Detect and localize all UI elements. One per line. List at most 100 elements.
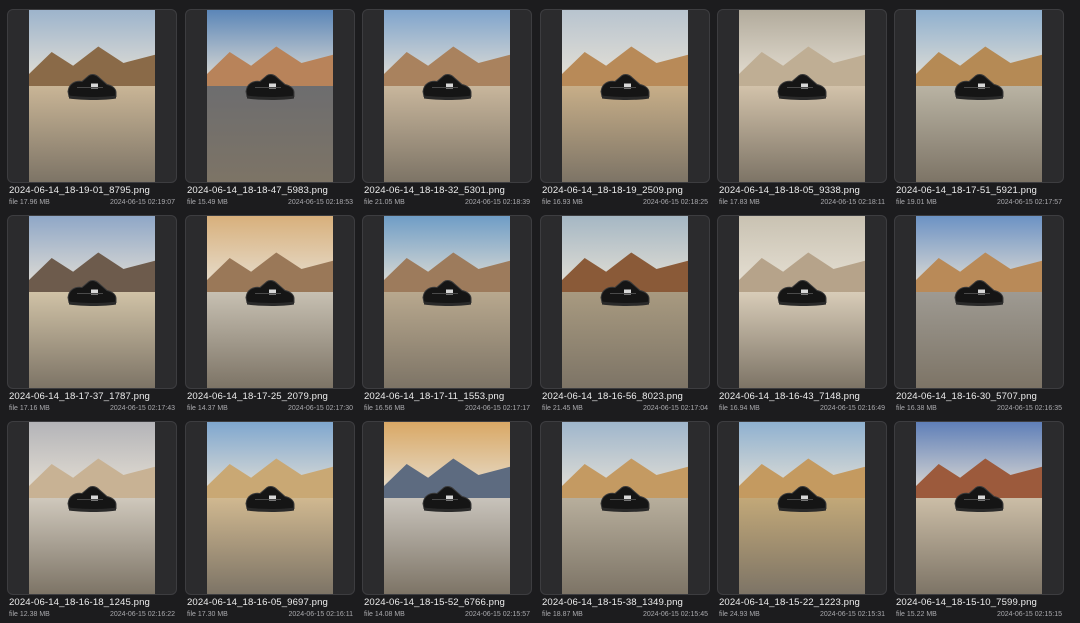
sneaker-icon [243, 278, 297, 313]
file-item[interactable]: 2024-06-14_18-15-52_6766.pngfile 14.08 M… [362, 421, 532, 623]
file-date: 2024-06-15 02:15:31 [820, 611, 885, 618]
thumbnail-image [916, 422, 1042, 594]
file-thumbnail[interactable] [185, 9, 355, 183]
file-name: 2024-06-14_18-15-52_6766.png [364, 597, 505, 608]
file-date: 2024-06-15 02:17:57 [997, 199, 1062, 206]
file-size: file 19.01 MB [896, 199, 937, 206]
file-item[interactable]: 2024-06-14_18-15-22_1223.pngfile 24.93 M… [717, 421, 887, 623]
file-size: file 17.16 MB [9, 405, 50, 412]
sneaker-icon [775, 484, 829, 519]
file-size: file 21.45 MB [542, 405, 583, 412]
file-thumbnail[interactable] [894, 421, 1064, 595]
file-thumbnail[interactable] [362, 421, 532, 595]
sneaker-icon [420, 72, 474, 107]
file-item[interactable]: 2024-06-14_18-15-38_1349.pngfile 18.87 M… [540, 421, 710, 623]
file-name: 2024-06-14_18-17-11_1553.png [364, 391, 505, 402]
file-date: 2024-06-15 02:17:43 [110, 405, 175, 412]
file-size: file 14.37 MB [187, 405, 228, 412]
file-size: file 14.08 MB [364, 611, 405, 618]
file-name: 2024-06-14_18-15-38_1349.png [542, 597, 683, 608]
file-size: file 15.49 MB [187, 199, 228, 206]
file-thumbnail[interactable] [717, 421, 887, 595]
thumbnail-image [207, 10, 333, 182]
file-name: 2024-06-14_18-18-05_9338.png [719, 185, 860, 196]
file-item[interactable]: 2024-06-14_18-15-10_7599.png file 15.22 M… [894, 421, 1064, 623]
file-thumbnail[interactable] [185, 421, 355, 595]
file-name: 2024-06-14_18-15-10_7599.png [896, 597, 1037, 608]
file-size: file 16.56 MB [364, 405, 405, 412]
file-name: 2024-06-14_18-17-25_2079.png [187, 391, 328, 402]
file-item[interactable]: 2024-06-14_18-18-05_9338.pngfile 17.83 M… [717, 9, 887, 211]
file-thumbnail[interactable] [540, 421, 710, 595]
file-date: 2024-06-15 02:18:11 [820, 199, 885, 206]
file-item[interactable]: 2024-06-14_18-18-19_2509.pngfile 16.93 M… [540, 9, 710, 211]
file-item[interactable]: 2024-06-14_18-16-05_9697.png file 17.30 M… [185, 421, 355, 623]
file-thumbnail[interactable] [7, 215, 177, 389]
file-item[interactable]: 2024-06-14_18-17-37_1787.png file 17.16 M… [7, 215, 177, 417]
thumbnail-image [29, 216, 155, 388]
file-size: file 16.93 MB [542, 199, 583, 206]
file-item[interactable]: 2024-06-14_18-19-01_8795.png file 17.96 M… [7, 9, 177, 211]
sneaker-icon [420, 484, 474, 519]
file-name: 2024-06-14_18-18-32_5301.png [364, 185, 505, 196]
file-size: file 17.30 MB [187, 611, 228, 618]
file-thumbnail[interactable] [185, 215, 355, 389]
thumbnail-image [739, 216, 865, 388]
file-thumbnail[interactable] [7, 421, 177, 595]
file-item[interactable]: 2024-06-14_18-17-25_2079.pngfile 14.37 M… [185, 215, 355, 417]
thumbnail-image [562, 216, 688, 388]
file-item[interactable]: 2024-06-14_18-18-32_5301.pngfile 21.05 M… [362, 9, 532, 211]
file-date: 2024-06-15 02:17:30 [288, 405, 353, 412]
file-date: 2024-06-15 02:17:04 [643, 405, 708, 412]
file-size: file 18.87 MB [542, 611, 583, 618]
thumbnail-image [916, 10, 1042, 182]
file-date: 2024-06-15 02:15:45 [643, 611, 708, 618]
file-date: 2024-06-15 02:16:11 [288, 611, 353, 618]
file-thumbnail[interactable] [540, 215, 710, 389]
sneaker-icon [952, 72, 1006, 107]
file-thumbnail[interactable] [362, 9, 532, 183]
file-size: file 17.96 MB [9, 199, 50, 206]
file-name: 2024-06-14_18-18-19_2509.png [542, 185, 683, 196]
file-date: 2024-06-15 02:15:57 [465, 611, 530, 618]
file-date: 2024-06-15 02:18:25 [643, 199, 708, 206]
sneaker-icon [952, 484, 1006, 519]
sneaker-icon [65, 278, 119, 313]
file-item[interactable]: 2024-06-14_18-18-47_5983.png file 15.49 M… [185, 9, 355, 211]
sneaker-icon [598, 72, 652, 107]
thumbnail-image [562, 422, 688, 594]
file-name: 2024-06-14_18-15-22_1223.png [719, 597, 860, 608]
file-size: file 17.83 MB [719, 199, 760, 206]
file-thumbnail[interactable] [717, 9, 887, 183]
file-date: 2024-06-15 02:15:15 [997, 611, 1062, 618]
file-thumbnail[interactable] [362, 215, 532, 389]
file-item[interactable]: 2024-06-14_18-17-51_5921.png file 19.01 M… [894, 9, 1064, 211]
thumbnail-image [29, 10, 155, 182]
file-grid: 2024-06-14_18-19-01_8795.png file 17.96 M… [0, 0, 1080, 621]
thumbnail-image [384, 216, 510, 388]
file-item[interactable]: 2024-06-14_18-16-43_7148.png file 16.94 M… [717, 215, 887, 417]
file-item[interactable]: 2024-06-14_18-16-56_8023.png file 21.45 M… [540, 215, 710, 417]
sneaker-icon [598, 484, 652, 519]
file-thumbnail[interactable] [7, 9, 177, 183]
sneaker-icon [598, 278, 652, 313]
thumbnail-image [207, 422, 333, 594]
sneaker-icon [775, 72, 829, 107]
file-item[interactable]: 2024-06-14_18-17-11_1553.pngfile 16.56 M… [362, 215, 532, 417]
file-thumbnail[interactable] [540, 9, 710, 183]
file-size: file 21.05 MB [364, 199, 405, 206]
file-name: 2024-06-14_18-16-18_1245.png [9, 597, 150, 608]
thumbnail-image [384, 422, 510, 594]
file-thumbnail[interactable] [717, 215, 887, 389]
file-item[interactable]: 2024-06-14_18-16-18_1245.png file 12.38 M… [7, 421, 177, 623]
thumbnail-image [916, 216, 1042, 388]
file-size: file 24.93 MB [719, 611, 760, 618]
sneaker-icon [65, 484, 119, 519]
file-date: 2024-06-15 02:19:07 [110, 199, 175, 206]
file-thumbnail[interactable] [894, 9, 1064, 183]
file-date: 2024-06-15 02:17:17 [465, 405, 530, 412]
file-thumbnail[interactable] [894, 215, 1064, 389]
thumbnail-image [562, 10, 688, 182]
thumbnail-image [207, 216, 333, 388]
file-item[interactable]: 2024-06-14_18-16-30_5707.png file 16.38 M… [894, 215, 1064, 417]
